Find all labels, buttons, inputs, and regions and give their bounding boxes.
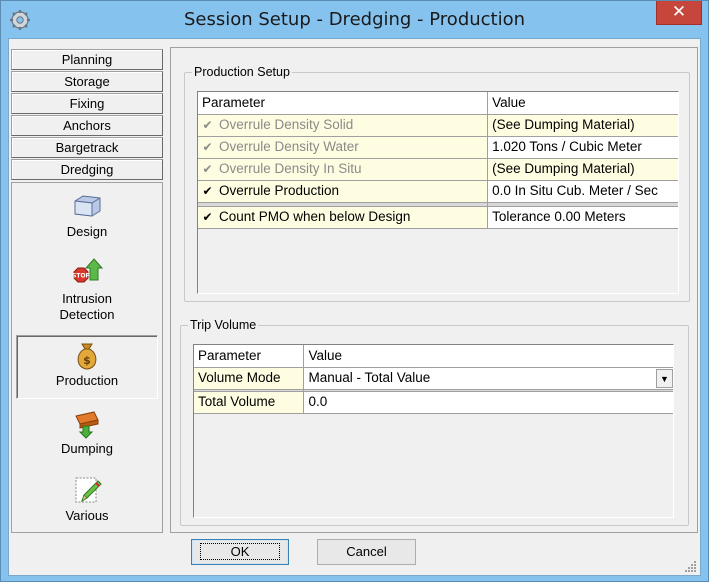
ok-button-label: OK	[199, 543, 281, 560]
chevron-down-icon[interactable]: ▼	[656, 368, 673, 388]
nav-item-label: Design	[66, 224, 108, 239]
cancel-button-label: Cancel	[346, 544, 387, 559]
nav-tab-dredging[interactable]: Dredging	[11, 159, 163, 180]
param-cell[interactable]: ✔ Overrule Density In Situ	[198, 158, 489, 181]
checkbox-checked[interactable]: ✔	[202, 159, 213, 179]
dumping-icon	[75, 411, 99, 439]
column-header-parameter[interactable]: Parameter	[198, 92, 489, 115]
param-label: Count PMO when below Design	[219, 209, 411, 224]
checkbox-checked[interactable]: ✔	[202, 181, 213, 201]
production-setup-grid[interactable]: Parameter Value ✔ Overrule Density Solid …	[197, 91, 679, 294]
dredging-panel: Design STOP Intrusion Detection $ Produc…	[11, 182, 163, 533]
grid-header-row: Parameter Value	[198, 92, 678, 115]
param-cell[interactable]: ✔ Overrule Density Solid	[198, 114, 489, 137]
param-cell[interactable]: ✔ Overrule Density Water	[198, 136, 489, 159]
ok-button[interactable]: OK	[191, 539, 289, 565]
svg-text:STOP: STOP	[72, 273, 91, 280]
title-bar[interactable]: Session Setup - Dredging - Production ✕	[1, 1, 708, 38]
column-header-value[interactable]: Value	[487, 92, 678, 115]
table-row: Volume Mode Manual - Total Value ▼	[194, 367, 673, 390]
nav-item-design[interactable]: Design	[16, 189, 158, 253]
nav-item-production[interactable]: $ Production	[16, 335, 158, 399]
checkbox-checked[interactable]: ✔	[202, 137, 213, 157]
grid-header-row: Parameter Value	[194, 345, 673, 368]
nav-item-label: Various	[65, 508, 109, 523]
trip-volume-title: Trip Volume	[188, 317, 259, 333]
cancel-button[interactable]: Cancel	[317, 539, 416, 565]
value-cell[interactable]: Tolerance 0.00 Meters	[487, 206, 678, 229]
param-cell[interactable]: Volume Mode	[194, 367, 305, 390]
checkbox-checked[interactable]: ✔	[202, 115, 213, 135]
nav-tab-anchors[interactable]: Anchors	[11, 115, 163, 136]
nav-item-label: Dumping	[60, 441, 114, 456]
param-label: Overrule Density Water	[219, 139, 359, 154]
close-icon: ✕	[671, 2, 687, 21]
column-header-parameter[interactable]: Parameter	[194, 345, 305, 368]
param-label: Overrule Density In Situ	[219, 161, 362, 176]
param-label: Overrule Density Solid	[219, 117, 354, 132]
trip-volume-grid[interactable]: Parameter Value Volume Mode Manual - Tot…	[193, 344, 674, 518]
money-bag-icon: $	[77, 343, 97, 370]
nav-tab-fixing[interactable]: Fixing	[11, 93, 163, 114]
design-box-icon	[74, 195, 101, 217]
value-cell[interactable]: 0.0 In Situ Cub. Meter / Sec	[487, 180, 678, 203]
volume-mode-dropdown[interactable]: Manual - Total Value ▼	[303, 367, 673, 390]
nav-item-various[interactable]: Various	[16, 473, 158, 537]
left-nav: Planning Storage Fixing Anchors Bargetra…	[11, 49, 163, 533]
table-row: ✔ Overrule Density Solid (See Dumping Mat…	[198, 114, 678, 137]
dialog-client-area: Planning Storage Fixing Anchors Bargetra…	[8, 38, 701, 576]
value-cell[interactable]: 1.020 Tons / Cubic Meter	[487, 136, 678, 159]
checkbox-checked[interactable]: ✔	[202, 207, 213, 227]
resize-grip-icon[interactable]	[685, 560, 697, 572]
value-cell[interactable]: (See Dumping Material)	[487, 114, 678, 137]
param-cell[interactable]: Total Volume	[194, 391, 305, 414]
value-cell[interactable]: (See Dumping Material)	[487, 158, 678, 181]
nav-tab-bargetrack[interactable]: Bargetrack	[11, 137, 163, 158]
table-row: ✔ Overrule Density In Situ (See Dumping M…	[198, 158, 678, 181]
window-title: Session Setup - Dredging - Production	[183, 9, 526, 30]
edit-pencil-icon	[75, 477, 102, 503]
stop-sign-icon: STOP	[72, 258, 104, 283]
table-row: ✔ Count PMO when below Design Tolerance 0…	[198, 206, 678, 229]
table-row: Total Volume 0.0	[194, 391, 673, 414]
nav-item-dumping[interactable]: Dumping	[16, 406, 158, 470]
nav-item-label: Intrusion Detection	[59, 291, 115, 322]
production-setup-group: Production Setup Parameter Value ✔ Overru…	[184, 64, 690, 302]
nav-item-intrusion-detection[interactable]: STOP Intrusion Detection	[16, 256, 158, 328]
svg-text:$: $	[83, 354, 91, 367]
nav-tab-planning[interactable]: Planning	[11, 49, 163, 70]
param-label: Overrule Production	[219, 183, 340, 198]
table-row: ✔ Overrule Production 0.0 In Situ Cub. Me…	[198, 180, 678, 203]
dialog-window: Session Setup - Dredging - Production ✕ …	[0, 0, 709, 582]
param-cell[interactable]: ✔ Count PMO when below Design	[198, 206, 489, 229]
production-setup-title: Production Setup	[192, 64, 292, 80]
content-panel: Production Setup Parameter Value ✔ Overru…	[170, 47, 698, 533]
value-cell[interactable]: 0.0	[303, 391, 673, 414]
nav-tab-storage[interactable]: Storage	[11, 71, 163, 92]
close-button[interactable]: ✕	[656, 1, 702, 25]
dropdown-value: Manual - Total Value	[308, 370, 431, 385]
trip-volume-group: Trip Volume Parameter Value Volume Mode …	[180, 317, 689, 526]
column-header-value[interactable]: Value	[303, 345, 673, 368]
param-cell[interactable]: ✔ Overrule Production	[198, 180, 489, 203]
table-row: ✔ Overrule Density Water 1.020 Tons / Cub…	[198, 136, 678, 159]
nav-item-label: Production	[55, 373, 119, 388]
